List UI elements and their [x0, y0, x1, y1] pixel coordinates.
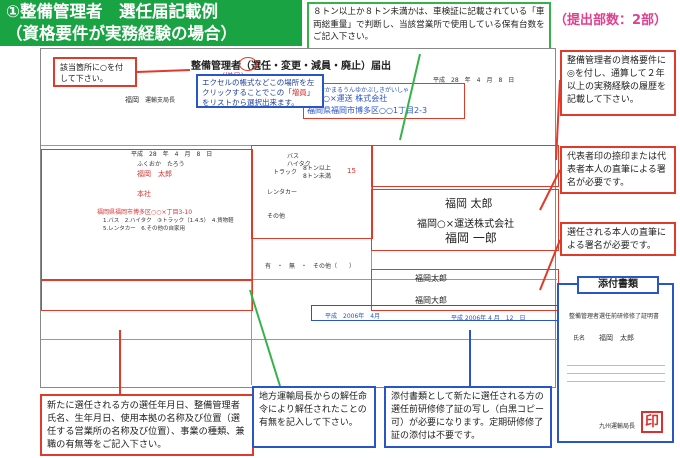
attachment-name-label: 氏名 — [573, 335, 586, 342]
note-weight-classification: ８トン以上か８トン未満かは、車検証に記載されている「車両総重量」で判断し、当該営… — [307, 2, 551, 54]
attachment-doc-title: 整備管理者選任前研修修了証明書 — [569, 313, 660, 320]
title-line-2: （資格要件が実務経験の場合） — [6, 24, 237, 43]
note-attachment-required: 添付書類として新たに選任される方の選任前研修修了証の写し（白黒コピー可）が必要に… — [384, 386, 552, 448]
attachment-label: 添付書類 — [577, 276, 659, 294]
form-dismissal-options: 有 ・ 無 ・ その他（ ） — [265, 263, 356, 270]
attachment-name-value: 福岡 太郎 — [599, 334, 634, 342]
form-office-suffix: 運輸支局長 — [145, 97, 176, 104]
title-line-1: ①整備管理者 選任届記載例 — [6, 2, 218, 21]
attachment-seal: 印 — [641, 411, 663, 433]
note-new-manager-info: 新たに選任される方の選任年月日、整備管理者氏名、生年月日、使用本拠の名称及び位置… — [40, 394, 254, 456]
note-mark-circle: 該当箇所に○を付して下さい。 — [53, 57, 137, 87]
attachment-document: 整備管理者選任前研修修了証明書 氏名 福岡 太郎 九州運輸局長 印 — [557, 283, 674, 443]
note-self-signature: 選任される本人の直筆による署名が必要です。 — [560, 222, 676, 256]
note-qualification: 整備管理者の資格要件に◎を付し、通算して２年以上の実務経験の履歴を記載して下さい… — [560, 50, 676, 116]
attachment-issuer: 九州運輸局長 — [599, 423, 636, 430]
excel-tip-highlight: 増員 — [291, 88, 307, 97]
page-title: ①整備管理者 選任届記載例 （資格要件が実務経験の場合） — [0, 0, 302, 46]
submit-count: （提出部数：2部） — [554, 13, 668, 28]
note-representative-seal: 代表者印の捺印または代表者本人の直筆による署名が必要です。 — [560, 146, 676, 194]
note-excel-tip: エクセルの帳式などこの場所を左クリックすることでこの「増員」をリストから選択出来… — [196, 74, 324, 108]
form-heading: 整備管理者（選任・変更・減員・廃止）届出 — [191, 61, 391, 72]
form-office: 福岡 — [125, 96, 139, 104]
note-dismissal-order: 地方運輸局長からの解任命令により解任されたことの有無を記入して下さい。 — [252, 386, 376, 448]
